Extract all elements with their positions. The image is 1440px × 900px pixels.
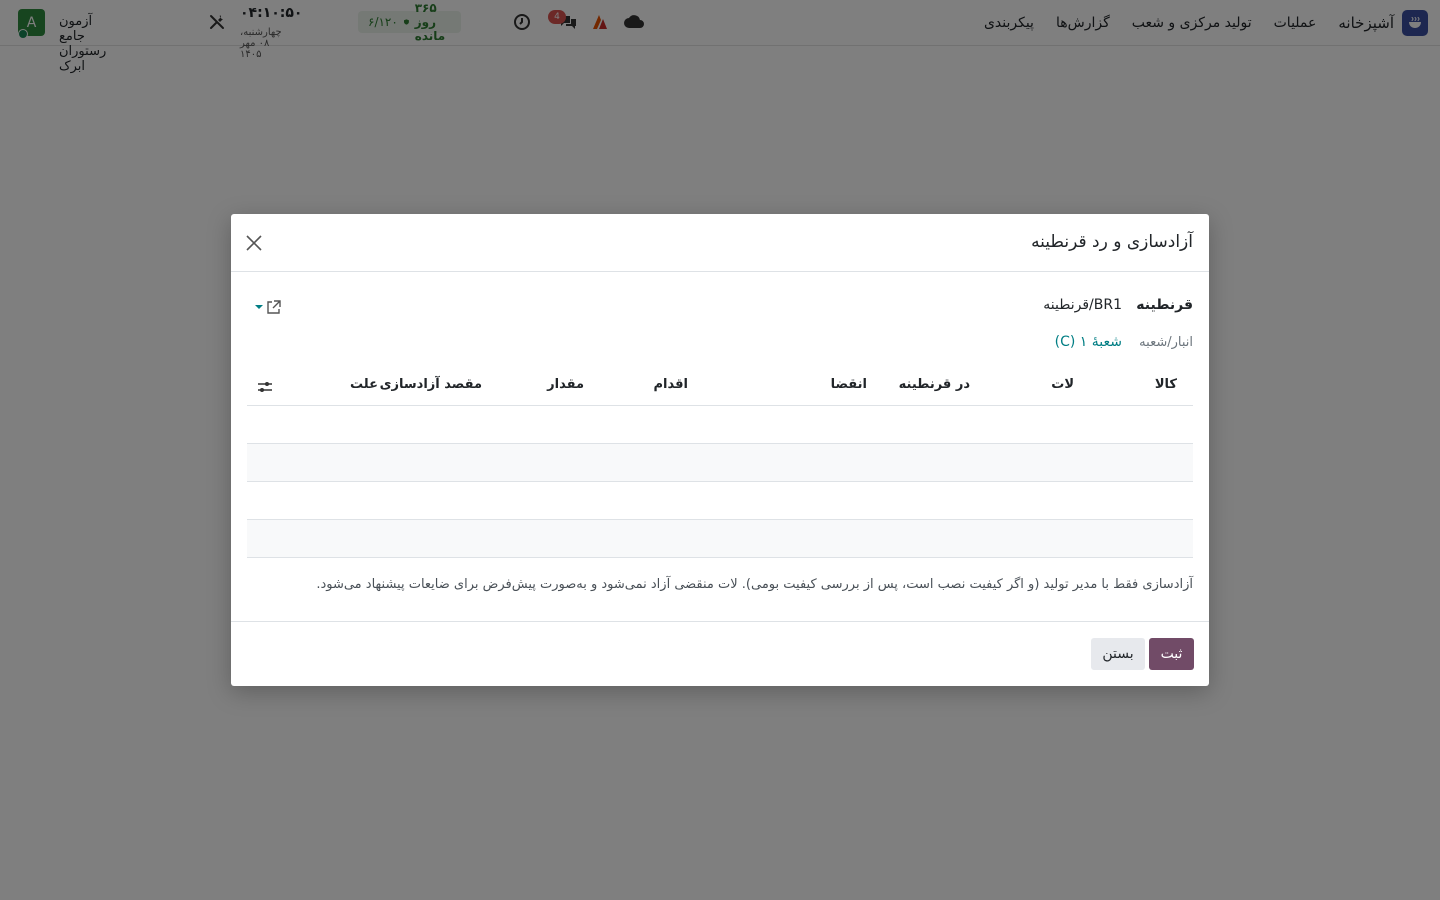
table-row xyxy=(247,406,1193,444)
col-quantity[interactable]: مقدار xyxy=(547,377,584,392)
release-policy-note: آزادسازی فقط با مدیر تولید (و اگر کیفیت … xyxy=(316,577,1193,592)
col-action[interactable]: اقدام xyxy=(654,377,688,392)
warehouse-link[interactable]: شعبهٔ ۱ (C) xyxy=(1055,334,1122,350)
warehouse-label: انبار/شعبه xyxy=(1139,335,1193,350)
table-row xyxy=(247,444,1193,482)
optional-columns-icon[interactable] xyxy=(257,379,273,398)
external-link-icon xyxy=(267,299,281,314)
save-button[interactable]: ثبت xyxy=(1149,638,1194,670)
col-product[interactable]: کالا xyxy=(1155,377,1177,392)
col-lot[interactable]: لات xyxy=(1051,377,1074,392)
external-link-button[interactable] xyxy=(251,298,281,316)
caret-down-icon xyxy=(255,305,263,309)
col-expiry[interactable]: انقضا xyxy=(831,377,867,392)
col-reason[interactable]: علت xyxy=(350,377,378,392)
table-row xyxy=(247,482,1193,520)
close-icon[interactable] xyxy=(245,234,263,252)
modal-title: آزادسازی و رد قرنطینه xyxy=(1031,232,1193,252)
release-lines-table: کالا لات در قرنطینه انقضا اقدام مقدار مق… xyxy=(247,369,1193,558)
quarantine-label: قرنطینه xyxy=(1136,297,1193,313)
close-button[interactable]: بستن xyxy=(1091,638,1145,670)
col-in-quarantine[interactable]: در قرنطینه xyxy=(899,377,970,392)
quarantine-location-field[interactable]: BR1/قرنطینه xyxy=(1043,297,1122,313)
modal-header: آزادسازی و رد قرنطینه xyxy=(231,214,1209,272)
table-header: کالا لات در قرنطینه انقضا اقدام مقدار مق… xyxy=(247,369,1193,406)
quarantine-release-dialog: آزادسازی و رد قرنطینه قرنطینه BR1/قرنطین… xyxy=(231,214,1209,686)
table-row xyxy=(247,520,1193,558)
col-release-destination[interactable]: مقصد آزادسازی xyxy=(380,377,482,392)
modal-footer: ثبت بستن xyxy=(231,621,1209,687)
